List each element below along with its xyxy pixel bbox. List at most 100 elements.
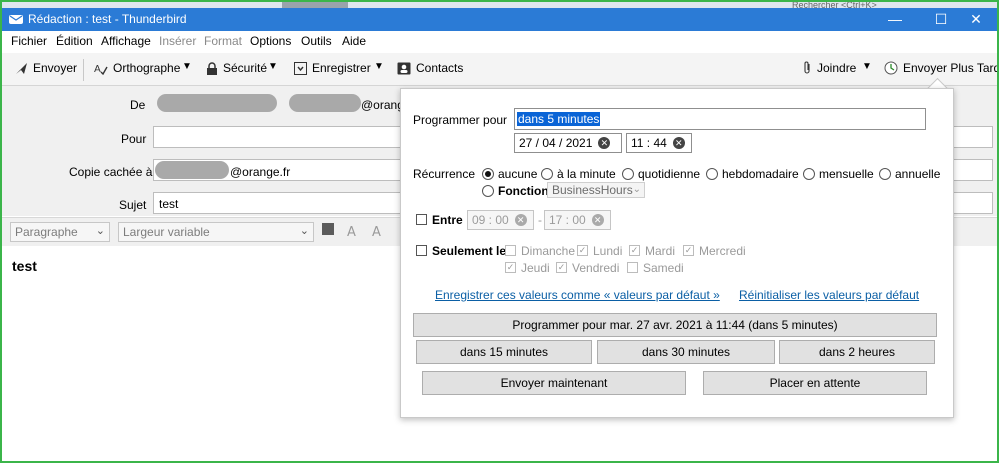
to-label: Pour bbox=[121, 132, 147, 146]
security-button[interactable]: Sécurité bbox=[206, 61, 267, 75]
send-label: Envoyer bbox=[33, 61, 78, 75]
save-button[interactable]: Enregistrer bbox=[294, 61, 371, 75]
chevron-down-icon: ⌄ bbox=[299, 225, 309, 237]
from-name-redacted bbox=[157, 94, 277, 112]
recurrence-yearly-label: annuelle bbox=[895, 167, 941, 181]
close-button[interactable]: ✕ bbox=[953, 8, 997, 31]
recurrence-function-radio[interactable] bbox=[482, 185, 494, 197]
quick-15-minutes-button[interactable]: dans 15 minutes bbox=[416, 340, 592, 364]
schedule-send-button[interactable]: Programmer pour mar. 27 avr. 2021 à 11:4… bbox=[413, 313, 937, 337]
bcc-label: Copie cachée à bbox=[69, 165, 153, 179]
day-saturday-label: Samedi bbox=[643, 261, 684, 275]
paperclip-icon bbox=[804, 61, 810, 74]
only-days-checkbox[interactable] bbox=[416, 245, 427, 256]
between-checkbox[interactable] bbox=[416, 214, 427, 225]
recurrence-minute-radio[interactable] bbox=[541, 168, 553, 180]
attach-label: Joindre bbox=[817, 61, 857, 75]
day-tuesday-checkbox[interactable]: ✓ bbox=[629, 245, 640, 256]
function-select[interactable]: BusinessHours ⌄ bbox=[547, 182, 645, 198]
bcc-address-redacted bbox=[155, 161, 229, 179]
reset-defaults-link[interactable]: Réinitialiser les valeurs par défaut bbox=[739, 288, 919, 302]
title-bar: Rédaction : test - Thunderbird — ☐ ✕ bbox=[2, 8, 997, 31]
menu-edition[interactable]: Édition bbox=[56, 34, 93, 48]
attach-button[interactable]: Joindre bbox=[802, 61, 856, 75]
spelling-chevron-icon[interactable]: ▼ bbox=[182, 61, 192, 72]
between-label: Entre bbox=[432, 213, 463, 227]
clear-time-icon[interactable]: ✕ bbox=[591, 214, 604, 226]
recurrence-label: Récurrence bbox=[413, 167, 476, 181]
bcc-domain: @orange.fr bbox=[230, 165, 291, 179]
send-later-label: Envoyer Plus Tard bbox=[903, 61, 999, 75]
menu-fichier[interactable]: Fichier bbox=[11, 34, 47, 48]
menu-options[interactable]: Options bbox=[250, 34, 291, 48]
date-picker[interactable]: 27 / 04 / 2021 ✕ bbox=[514, 133, 622, 153]
recurrence-daily-radio[interactable] bbox=[622, 168, 634, 180]
menu-inserer[interactable]: Insérer bbox=[159, 34, 196, 48]
send-later-popup: Programmer pour dans 5 minutes 27 / 04 /… bbox=[400, 88, 954, 418]
recurrence-yearly-radio[interactable] bbox=[879, 168, 891, 180]
day-sunday-checkbox[interactable] bbox=[505, 245, 516, 256]
day-thursday-checkbox[interactable]: ✓ bbox=[505, 262, 516, 273]
attach-chevron-icon[interactable]: ▼ bbox=[862, 61, 872, 72]
schedule-input[interactable]: dans 5 minutes bbox=[514, 108, 926, 130]
day-saturday-checkbox[interactable] bbox=[627, 262, 638, 273]
clear-date-icon[interactable]: ✕ bbox=[598, 137, 611, 149]
security-label: Sécurité bbox=[223, 61, 268, 75]
between-dash: - bbox=[538, 213, 542, 227]
day-monday-label: Lundi bbox=[593, 244, 623, 258]
window-title: Rédaction : test - Thunderbird bbox=[28, 12, 187, 26]
send-button[interactable]: Envoyer bbox=[15, 61, 77, 75]
recurrence-none-radio[interactable] bbox=[482, 168, 494, 180]
thunderbird-icon bbox=[9, 15, 23, 24]
from-domain: @orang bbox=[361, 98, 404, 112]
compose-toolbar: Envoyer A Orthographe ▼ Sécurité ▼ Enreg… bbox=[2, 53, 997, 86]
day-tuesday-label: Mardi bbox=[645, 244, 676, 258]
contacts-icon bbox=[397, 62, 411, 74]
text-color-icon[interactable] bbox=[322, 223, 334, 235]
contacts-button[interactable]: Contacts bbox=[397, 61, 463, 75]
paragraph-select[interactable]: Paragraphe ⌄ bbox=[10, 222, 110, 242]
font-select[interactable]: Largeur variable ⌄ bbox=[118, 222, 314, 242]
between-end-value: 17 : 00 bbox=[549, 213, 586, 227]
schedule-input-value: dans 5 minutes bbox=[517, 112, 601, 126]
time-picker[interactable]: 11 : 44 ✕ bbox=[626, 133, 692, 153]
between-end-time[interactable]: 17 : 00 ✕ bbox=[544, 210, 611, 230]
send-icon bbox=[16, 62, 27, 74]
spelling-button[interactable]: A Orthographe bbox=[94, 61, 180, 75]
font-larger-icon[interactable]: A bbox=[372, 223, 390, 238]
contacts-label: Contacts bbox=[416, 61, 464, 75]
menu-outils[interactable]: Outils bbox=[301, 34, 332, 48]
between-start-time[interactable]: 09 : 00 ✕ bbox=[467, 210, 534, 230]
day-monday-checkbox[interactable]: ✓ bbox=[577, 245, 588, 256]
svg-text:A: A bbox=[347, 225, 356, 238]
quick-2-hours-button[interactable]: dans 2 heures bbox=[779, 340, 935, 364]
quick-30-minutes-button[interactable]: dans 30 minutes bbox=[597, 340, 775, 364]
recurrence-weekly-label: hebdomadaire bbox=[722, 167, 799, 181]
date-value: 27 / 04 / 2021 bbox=[519, 136, 593, 150]
svg-text:A: A bbox=[94, 64, 101, 75]
clear-time-icon[interactable]: ✕ bbox=[672, 137, 685, 149]
send-later-button[interactable]: Envoyer Plus Tard bbox=[884, 61, 999, 75]
chevron-down-icon: ⌄ bbox=[632, 184, 641, 195]
menu-affichage[interactable]: Affichage bbox=[101, 34, 151, 48]
save-defaults-link[interactable]: Enregistrer ces valeurs comme « valeurs … bbox=[435, 288, 720, 302]
queue-button[interactable]: Placer en attente bbox=[703, 371, 927, 395]
day-friday-checkbox[interactable]: ✓ bbox=[556, 262, 567, 273]
save-chevron-icon[interactable]: ▼ bbox=[374, 61, 384, 72]
day-wednesday-checkbox[interactable]: ✓ bbox=[683, 245, 694, 256]
recurrence-none-label: aucune bbox=[498, 167, 538, 181]
font-smaller-icon[interactable]: A bbox=[347, 224, 365, 238]
compose-window: Rechercher <Ctrl+K> Rédaction : test - T… bbox=[0, 0, 999, 463]
menu-format[interactable]: Format bbox=[204, 34, 242, 48]
send-now-button[interactable]: Envoyer maintenant bbox=[422, 371, 686, 395]
recurrence-weekly-radio[interactable] bbox=[706, 168, 718, 180]
spellcheck-icon: A bbox=[94, 64, 108, 75]
chevron-down-icon: ⌄ bbox=[95, 225, 105, 237]
time-value: 11 : 44 bbox=[631, 136, 667, 150]
clear-time-icon[interactable]: ✕ bbox=[514, 214, 527, 226]
recurrence-monthly-radio[interactable] bbox=[803, 168, 815, 180]
security-chevron-icon[interactable]: ▼ bbox=[268, 61, 278, 72]
function-label: Fonction bbox=[498, 184, 549, 198]
minimize-button[interactable]: — bbox=[872, 8, 918, 31]
menu-aide[interactable]: Aide bbox=[342, 34, 366, 48]
